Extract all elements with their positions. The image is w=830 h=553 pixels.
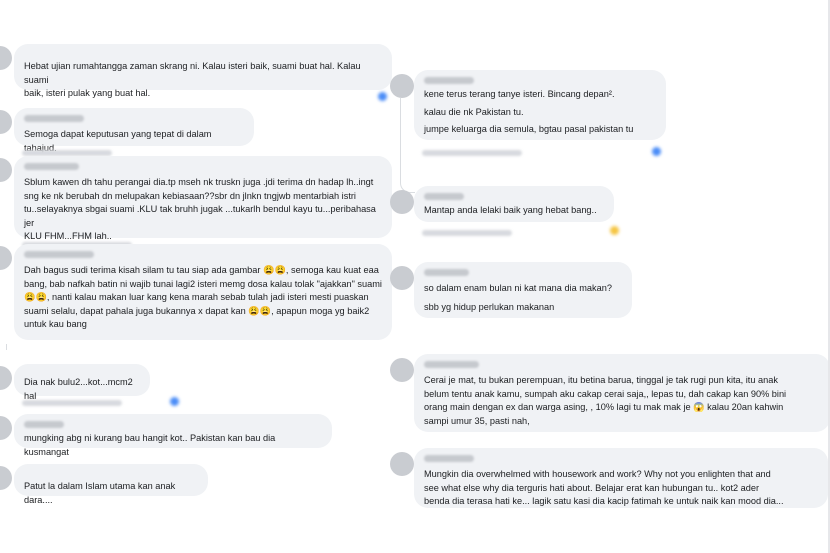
- right-comment-column: kene terus terang tanye isteri. Bincang …: [388, 0, 830, 553]
- comment-text: kene terus terang tanye isteri. Bincang …: [424, 89, 615, 99]
- commenter-name-blurred[interactable]: [24, 115, 84, 122]
- avatar[interactable]: [0, 416, 12, 440]
- avatar[interactable]: [0, 246, 12, 270]
- commenter-name-blurred[interactable]: [424, 269, 469, 276]
- comment-text: jumpe keluarga dia semula, bgtau pasal p…: [424, 124, 634, 134]
- commenter-name-blurred[interactable]: [24, 251, 94, 258]
- comment-text: Dia nak bulu2...kot...mcm2 hal: [24, 377, 133, 401]
- commenter-name-blurred[interactable]: [424, 77, 474, 84]
- comment-text: Mungkin dia overwhelmed with housework a…: [424, 469, 784, 506]
- comment-bubble: Mantap anda lelaki baik yang hebat bang.…: [414, 186, 614, 222]
- commenter-name-blurred[interactable]: [424, 455, 474, 462]
- comment-bubble: mungking abg ni kurang bau hangit kot.. …: [14, 414, 332, 457]
- comment-actions[interactable]: [22, 400, 122, 406]
- reaction-icon[interactable]: [610, 226, 619, 235]
- avatar[interactable]: [390, 74, 414, 98]
- avatar[interactable]: [390, 190, 414, 214]
- comment-bubble: Cerai je mat, tu bukan perempuan, itu be…: [414, 354, 830, 432]
- avatar[interactable]: [0, 466, 12, 490]
- comment-bubble: Semoga dapat keputusan yang tepat di dal…: [14, 108, 254, 153]
- comment-bubble: Dia nak bulu2...kot...mcm2 hal: [14, 364, 150, 401]
- comment-bubble: so dalam enam bulan ni kat mana dia maka…: [414, 262, 632, 318]
- comment-bubble: Hebat ujian rumahtangga zaman skrang ni.…: [14, 44, 392, 98]
- comment-text: sbb yg hidup perlukan makanan: [424, 301, 555, 312]
- comment-text: Dah bagus sudi terima kisah silam tu tau…: [24, 265, 382, 329]
- avatar[interactable]: [0, 46, 12, 70]
- comment-actions[interactable]: [422, 150, 522, 156]
- avatar[interactable]: [0, 110, 12, 134]
- thread-line: [400, 98, 401, 178]
- commenter-name-blurred[interactable]: [24, 421, 64, 428]
- comment-text: kalau die nk Pakistan tu.: [424, 106, 524, 117]
- comment-text: Cerai je mat, tu bukan perempuan, itu be…: [424, 375, 787, 426]
- reaction-icon[interactable]: [652, 147, 661, 156]
- avatar[interactable]: [390, 452, 414, 476]
- thread-line: [6, 344, 7, 350]
- comment-bubble: kene terus terang tanye isteri. Bincang …: [414, 70, 666, 140]
- comment-bubble: Sblum kawen dh tahu perangai dia.tp mseh…: [14, 156, 392, 241]
- avatar[interactable]: [390, 266, 414, 290]
- comment-text: Patut la dalam Islam utama kan anak dara…: [24, 481, 176, 505]
- commenter-name-blurred[interactable]: [424, 193, 464, 200]
- comment-actions[interactable]: [422, 230, 512, 236]
- avatar[interactable]: [0, 366, 12, 390]
- comment-bubble: Patut la dalam Islam utama kan anak dara…: [14, 464, 208, 505]
- comment-bubble: Mungkin dia overwhelmed with housework a…: [414, 448, 828, 508]
- reaction-icon[interactable]: [170, 397, 179, 406]
- reaction-icon[interactable]: [378, 92, 387, 101]
- avatar[interactable]: [390, 358, 414, 382]
- comment-text: Mantap anda lelaki baik yang hebat bang.…: [424, 205, 597, 215]
- comment-text: Hebat ujian rumahtangga zaman skrang ni.…: [24, 61, 361, 98]
- commenter-name-blurred[interactable]: [24, 163, 79, 170]
- commenter-name-blurred[interactable]: [424, 361, 479, 368]
- left-comment-column: Hebat ujian rumahtangga zaman skrang ni.…: [0, 0, 392, 553]
- comment-text: Sblum kawen dh tahu perangai dia.tp mseh…: [24, 177, 376, 241]
- comment-bubble: Dah bagus sudi terima kisah silam tu tau…: [14, 244, 392, 340]
- comment-text: mungking abg ni kurang bau hangit kot.. …: [24, 433, 276, 457]
- comment-text: so dalam enam bulan ni kat mana dia maka…: [424, 283, 612, 293]
- avatar[interactable]: [0, 158, 12, 182]
